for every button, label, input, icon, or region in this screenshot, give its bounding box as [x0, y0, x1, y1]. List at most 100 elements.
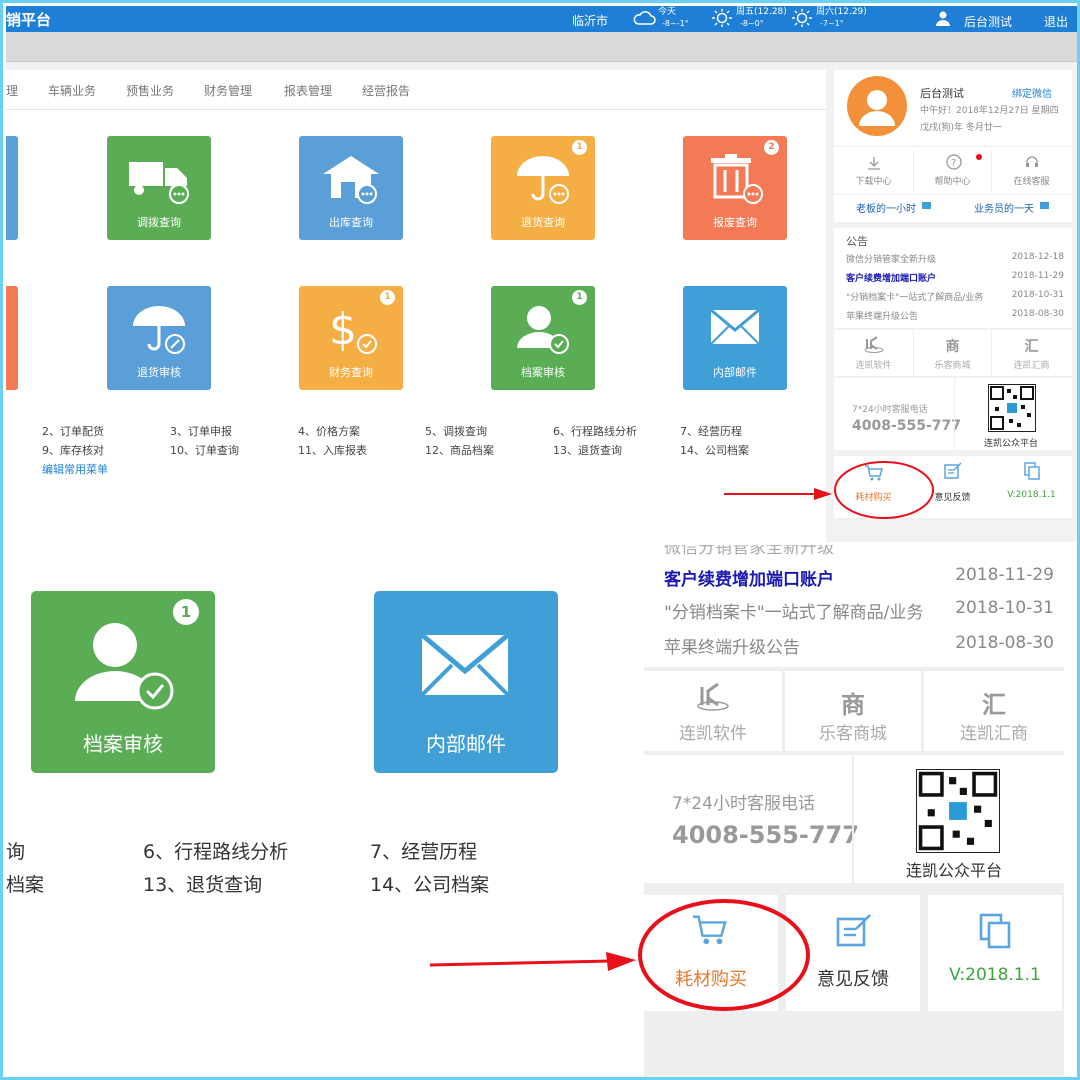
tile-finance-query[interactable]: $ 1 财务查询 — [299, 286, 403, 390]
tab-partial[interactable]: 理 — [6, 82, 18, 99]
tile-internal-mail-zoom[interactable]: 内部邮件 — [374, 591, 558, 773]
umbrella-edit-icon — [133, 306, 185, 354]
weather-fri: 周五(12.28) -8~0° — [710, 7, 790, 31]
service-hotline-label: 7*24小时客服电话 — [852, 405, 928, 415]
partner-liankai-huishang[interactable]: 汇 连凯汇商 — [992, 330, 1071, 376]
service-hotline-label: 7*24小时客服电话 — [672, 794, 815, 814]
online-service[interactable]: 在线客服 — [992, 150, 1071, 192]
svg-text:?: ? — [951, 158, 956, 169]
tile-label: 出库查询 — [329, 216, 373, 229]
top-panel: 销平台 临沂市 今天 -8~-1° 周五(12.28) -8~0° 周六(12.… — [6, 6, 1077, 542]
right-sidebar: 后台测试 绑定微信 中午好！2018年12月27日 星期四 戊戌(狗)年 冬月廿… — [834, 70, 1072, 542]
tile-internal-mail[interactable]: 内部邮件 — [683, 286, 787, 390]
bind-wechat-link[interactable]: 绑定微信 — [1012, 85, 1052, 100]
menu-item[interactable]: 14、公司档案 — [680, 442, 749, 458]
tile-return-audit[interactable]: 退货审核 — [107, 286, 211, 390]
module-tabs: 理 车辆业务 预售业务 财务管理 报表管理 经营报告 — [6, 70, 826, 110]
menu-item[interactable]: 14、公司档案 — [370, 870, 489, 897]
notice-item-partial[interactable]: 微信分销管家全新升级 — [664, 545, 1054, 565]
umbrella-icon — [517, 156, 569, 204]
tile-label: 内部邮件 — [713, 366, 757, 379]
tab-business-report[interactable]: 经营报告 — [362, 82, 410, 99]
menu-item[interactable]: 10、订单查询 — [170, 442, 239, 458]
screenshot-frame: 销平台 临沂市 今天 -8~-1° 周五(12.28) -8~0° 周六(12.… — [0, 0, 1080, 1080]
avatar[interactable] — [847, 76, 907, 136]
video-boss-hour[interactable]: 老板的一小时 — [856, 200, 916, 215]
notice-text: 苹果终端升级公告 — [846, 312, 919, 322]
video-salesman-day[interactable]: 业务员的一天 — [974, 200, 1034, 215]
weather-temp: -8~-1° — [662, 19, 689, 28]
bottom-zoom-panel: 1 档案审核 内部邮件 询 6、行程路线分析 7、经营历程 档案 13、退货查询… — [6, 545, 1077, 1077]
highlight-circle — [638, 899, 810, 1011]
profile-name: 后台测试 — [920, 87, 964, 100]
partner-label: 连凯软件 — [679, 724, 747, 744]
tile-return-query[interactable]: 1 退货查询 — [491, 136, 595, 240]
brand-title: 销平台 — [6, 11, 52, 29]
menu-item[interactable]: 9、库存核对 — [42, 442, 104, 458]
tab-presale[interactable]: 预售业务 — [126, 82, 174, 99]
service-card: 7*24小时客服电话 4008-555-777 连凯公众平台 — [834, 378, 1072, 450]
version-label: V:2018.1.1 — [1007, 490, 1056, 500]
partner-leke-mall[interactable]: 商 乐客商城 — [913, 330, 992, 376]
menu-item[interactable]: 5、调拨查询 — [425, 423, 487, 439]
tile-transfer-query[interactable]: 调拨查询 — [107, 136, 211, 240]
menu-item[interactable]: 12、商品档案 — [425, 442, 494, 458]
tile-archive-audit[interactable]: 1 档案审核 — [491, 286, 595, 390]
trash-icon — [711, 154, 763, 204]
mail-icon — [710, 308, 760, 345]
menu-item[interactable]: 6、行程路线分析 — [553, 423, 637, 439]
menu-item[interactable]: 4、价格方案 — [298, 423, 360, 439]
tab-finance[interactable]: 财务管理 — [204, 82, 252, 99]
menu-item[interactable]: 7、经营历程 — [680, 423, 742, 439]
tile-partial[interactable] — [6, 136, 18, 240]
notice-card-zoom: 微信分销管家全新升级 客户续费增加端口账户 2018-11-29 "分销档案卡"一… — [644, 545, 1064, 667]
menu-item[interactable]: 13、退货查询 — [553, 442, 622, 458]
menu-item[interactable]: 13、退货查询 — [143, 870, 262, 897]
menu-item[interactable]: 2、订单配货 — [42, 423, 104, 439]
notice-text: 客户续费增加端口账户 — [664, 570, 834, 590]
notice-item[interactable]: "分销档案卡"一站式了解商品/业务 2018-10-31 — [846, 290, 1064, 308]
qr-label: 连凯公众平台 — [906, 861, 1003, 880]
tile-archive-audit-zoom[interactable]: 1 档案审核 — [31, 591, 215, 773]
weather-day: 周五(12.28) — [736, 7, 787, 17]
notice-card: 公告 微信分销管家全新升级 2018-12-18 客户续费增加端口账户 2018-1… — [834, 228, 1072, 328]
toolbar-strip — [6, 32, 1077, 62]
logout-link[interactable]: 退出 — [1044, 13, 1068, 30]
tile-scrap-query[interactable]: 2 报废查询 — [683, 136, 787, 240]
tile-outbound-query[interactable]: 出库查询 — [299, 136, 403, 240]
top-header: 销平台 临沂市 今天 -8~-1° 周五(12.28) -8~0° 周六(12.… — [6, 6, 1077, 32]
notice-item[interactable]: 苹果终端升级公告 2018-08-30 — [846, 309, 1064, 327]
menu-item[interactable]: 档案 — [6, 870, 44, 897]
edit-menu-link[interactable]: 编辑常用菜单 — [42, 461, 108, 477]
city-selector[interactable]: 临沂市 — [572, 12, 608, 29]
service-card-zoom: 7*24小时客服电话 4008-555-777 连凯公众平台 — [644, 755, 1064, 883]
notice-item[interactable]: 苹果终端升级公告 2018-08-30 — [664, 633, 1054, 665]
partner-liankai-software[interactable]: 连凯软件 — [644, 671, 782, 751]
notice-item[interactable]: 客户续费增加端口账户 2018-11-29 — [664, 565, 1054, 597]
quick-label: 帮助中心 — [934, 177, 971, 187]
notice-item[interactable]: "分销档案卡"一站式了解商品/业务 2018-10-31 — [664, 598, 1054, 630]
profile-card: 后台测试 绑定微信 中午好！2018年12月27日 星期四 戊戌(狗)年 冬月廿… — [834, 70, 1072, 222]
tab-reports[interactable]: 报表管理 — [284, 82, 332, 99]
menu-item[interactable]: 7、经营历程 — [370, 837, 477, 864]
current-user[interactable]: 后台测试 — [964, 13, 1012, 30]
notice-item[interactable]: 微信分销管家全新升级 2018-12-18 — [846, 252, 1064, 270]
help-center[interactable]: ? 帮助中心 — [913, 150, 992, 192]
download-center[interactable]: 下载中心 — [834, 150, 913, 192]
tile-partial[interactable] — [6, 286, 18, 390]
partner-leke-mall[interactable]: 商 乐客商城 — [785, 671, 921, 751]
partner-liankai-software[interactable]: 连凯软件 — [834, 330, 913, 376]
weather-sat: 周六(12.29) -7~1° — [790, 7, 870, 31]
tab-vehicle[interactable]: 车辆业务 — [48, 82, 96, 99]
notification-dot — [976, 154, 982, 160]
help-icon: ? — [946, 154, 962, 170]
menu-item[interactable]: 6、行程路线分析 — [143, 837, 288, 864]
tile-badge: 1 — [173, 599, 199, 625]
partner-liankai-huishang[interactable]: 汇 连凯汇商 — [924, 671, 1064, 751]
notice-item[interactable]: 客户续费增加端口账户 2018-11-29 — [846, 271, 1064, 289]
partner-mark: 汇 — [982, 691, 1006, 719]
menu-item[interactable]: 11、入库报表 — [298, 442, 367, 458]
notice-date: 2018-10-31 — [955, 598, 1054, 618]
menu-item[interactable]: 询 — [6, 837, 25, 864]
menu-item[interactable]: 3、订单申报 — [170, 423, 232, 439]
